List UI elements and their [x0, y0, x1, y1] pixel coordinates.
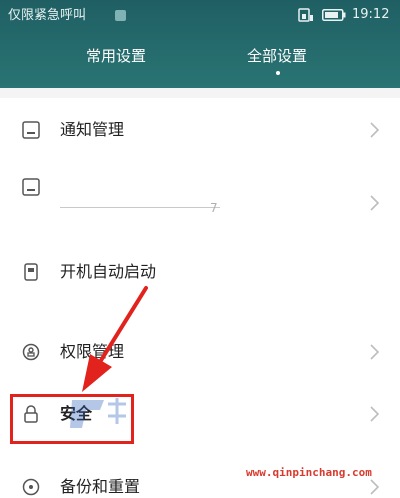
chevron-right-icon: [370, 406, 380, 422]
tab-all-settings[interactable]: 全部设置: [247, 47, 307, 65]
settings-item-label: 通知管理: [60, 120, 125, 139]
backup-icon: [22, 478, 40, 496]
settings-item-permission[interactable]: 权限管理: [0, 324, 400, 381]
status-bar: 仅限紧急呼叫 19:12: [0, 0, 400, 32]
message-icon: [115, 10, 126, 21]
chevron-right-icon: [370, 195, 380, 211]
battery-icon: [322, 9, 346, 21]
highlight-box: [10, 394, 134, 444]
tab-common-settings[interactable]: 常用设置: [86, 47, 146, 65]
settings-item-label: 开机自动启动: [60, 262, 157, 281]
settings-item-notification[interactable]: 通知管理: [0, 98, 400, 163]
settings-item-autostart[interactable]: 开机自动启动: [0, 248, 400, 325]
carrier-text: 仅限紧急呼叫: [8, 8, 87, 23]
chevron-right-icon: [370, 122, 380, 138]
site-watermark: www.qinpinchang.com: [246, 466, 372, 479]
blur-artifact-mark: 7: [210, 201, 218, 215]
settings-item-label: 权限管理: [60, 342, 125, 361]
active-tab-indicator: [276, 71, 280, 75]
header: 仅限紧急呼叫 19:12 常用设置 全部设置: [0, 0, 400, 88]
chevron-right-icon: [370, 479, 380, 495]
blur-artifact: [60, 207, 220, 208]
sim-card-icon: [298, 8, 313, 22]
settings-item-label: 备份和重置: [60, 477, 141, 496]
permission-icon: [22, 343, 40, 361]
settings-screen: 仅限紧急呼叫 19:12 常用设置 全部设置 通知管理 7 开机自动启动 权限管…: [0, 0, 400, 498]
settings-item-blurred[interactable]: 7: [0, 162, 400, 249]
clock: 19:12: [352, 7, 390, 22]
chevron-right-icon: [370, 344, 380, 360]
autostart-icon: [24, 263, 38, 281]
notification-icon: [22, 121, 40, 139]
notification-icon: [22, 178, 40, 196]
